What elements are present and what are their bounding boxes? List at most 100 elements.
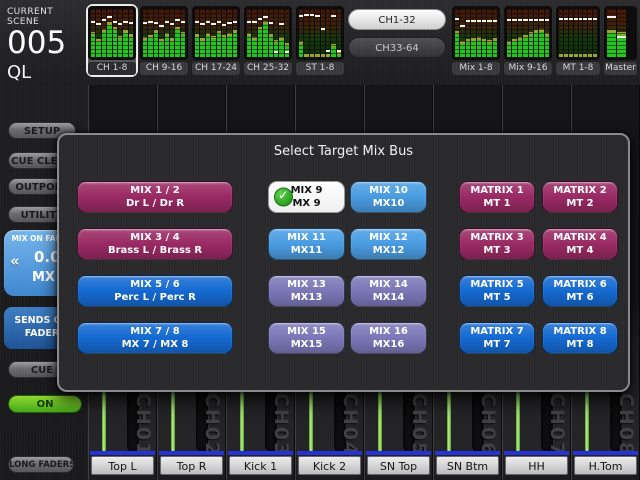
peak-hold-mark: [455, 18, 459, 20]
current-scene-label: CURRENT SCENE: [7, 7, 85, 27]
on-button[interactable]: ON: [8, 395, 82, 413]
meter-bar: [154, 9, 158, 57]
long-faders-button[interactable]: LONG FADERS: [8, 456, 74, 473]
channel-name[interactable]: HH: [505, 456, 568, 475]
peak-hold-mark: [175, 19, 179, 21]
collapse-chevrons-icon[interactable]: «: [10, 252, 20, 270]
meter-bar: [482, 9, 486, 57]
channel-name[interactable]: SN Btm: [436, 456, 499, 475]
peak-hold-mark: [247, 21, 251, 23]
channel-name[interactable]: Top R: [160, 456, 223, 475]
peak-hold-mark: [545, 19, 549, 21]
bus-name: MIX 15: [287, 325, 326, 338]
peak-hold-mark: [143, 22, 147, 24]
meter-bar: [512, 9, 516, 57]
peak-hold-mark: [206, 21, 210, 23]
peak-hold-mark: [159, 25, 163, 27]
meter-bar: [564, 9, 568, 57]
bank-button-ch33-64[interactable]: CH33-64: [348, 37, 446, 58]
meter-tab-label: CH 1-8: [88, 62, 136, 75]
meter-tab-label: CH 25-32: [244, 62, 292, 75]
bus-label: Perc L / Perc R: [114, 291, 196, 304]
meter-tab-mix-9-16[interactable]: Mix 9-16: [502, 4, 554, 77]
bus-label: MT 5: [483, 291, 510, 304]
channel-color-bar: [366, 451, 431, 455]
channel-name[interactable]: SN Top: [367, 456, 430, 475]
bus-name: MIX 3 / 4: [130, 231, 179, 244]
meter-tab-ch-9-16[interactable]: CH 9-16: [138, 4, 190, 77]
level-meter: [140, 6, 188, 60]
bus-button-mix-7-8[interactable]: MIX 7 / 8MX 7 / MX 8: [77, 322, 233, 354]
bus-button-mix-13[interactable]: MIX 13MX13: [268, 275, 345, 307]
bus-button-mix-3-4[interactable]: MIX 3 / 4Brass L / Brass R: [77, 228, 233, 260]
meter-bar: [269, 9, 273, 57]
bus-button-mix-12[interactable]: MIX 12MX12: [350, 228, 427, 260]
bus-button-matrix-1[interactable]: MATRIX 1MT 1: [459, 181, 535, 213]
peak-hold-mark: [118, 23, 122, 25]
meter-bar: [96, 9, 100, 57]
peak-hold-mark: [222, 24, 226, 26]
meter-bar: [118, 9, 122, 57]
bus-button-matrix-5[interactable]: MATRIX 5MT 5: [459, 275, 535, 307]
peak-hold-mark: [337, 50, 341, 52]
scene-number: 005: [7, 27, 85, 60]
channel-name[interactable]: Top L: [91, 456, 154, 475]
bus-button-mix-11[interactable]: MIX 11MX11: [268, 228, 345, 260]
meter-bar: [507, 9, 511, 57]
peak-hold-mark: [539, 19, 543, 21]
bus-label: Brass L / Brass R: [108, 244, 202, 257]
peak-hold-mark: [227, 22, 231, 24]
level-meter: [88, 6, 136, 60]
meter-bar: [477, 9, 481, 57]
bus-button-mix-10[interactable]: MIX 10MX10: [350, 181, 427, 213]
meter-bar: [460, 9, 464, 57]
level-meter: [452, 6, 500, 60]
meter-bar: [518, 9, 522, 57]
channel-number: CH04: [339, 393, 361, 457]
meter-tab-st-1-8[interactable]: ST 1-8: [294, 4, 346, 77]
bus-button-matrix-3[interactable]: MATRIX 3MT 3: [459, 228, 535, 260]
bus-label: MT 1: [483, 197, 510, 210]
bus-label: MT 6: [566, 291, 593, 304]
meter-tab-label: Master: [604, 62, 637, 75]
bus-button-matrix-8[interactable]: MATRIX 8MT 8: [542, 322, 618, 354]
bus-button-matrix-7[interactable]: MATRIX 7MT 7: [459, 322, 535, 354]
peak-hold-mark: [471, 20, 475, 22]
meter-bar: [227, 9, 231, 57]
level-meter: [556, 6, 600, 60]
meter-bar: [559, 9, 563, 57]
bus-name: MIX 16: [369, 325, 408, 338]
bank-button-ch1-32[interactable]: CH1-32: [348, 9, 446, 30]
bus-button-mix-16[interactable]: MIX 16MX16: [350, 322, 427, 354]
bus-button-matrix-2[interactable]: MATRIX 2MT 2: [542, 181, 618, 213]
meter-tab-ch-25-32[interactable]: CH 25-32: [242, 4, 294, 77]
level-meter: [504, 6, 552, 60]
bus-button-mix-15[interactable]: MIX 15MX15: [268, 322, 345, 354]
bus-button-mix-1-2[interactable]: MIX 1 / 2Dr L / Dr R: [77, 181, 233, 213]
mix-bus-row: MIX 5 / 6Perc L / Perc R MIX 13MX13MIX 14…: [77, 275, 628, 307]
bus-button-mix-14[interactable]: MIX 14MX14: [350, 275, 427, 307]
peak-hold-mark: [617, 36, 626, 38]
channel-name[interactable]: H.Tom: [574, 456, 637, 475]
bus-button-mix-9[interactable]: ✓MIX 9MX 9: [268, 181, 345, 213]
meter-bar: [107, 9, 111, 57]
meter-tab-mix-1-8[interactable]: Mix 1-8: [450, 4, 502, 77]
peak-hold-mark: [507, 19, 511, 21]
bus-button-matrix-6[interactable]: MATRIX 6MT 6: [542, 275, 618, 307]
meter-tab-ch-17-24[interactable]: CH 17-24: [190, 4, 242, 77]
meter-bar: [247, 9, 251, 57]
peak-hold-mark: [258, 18, 262, 20]
meter-tab-master[interactable]: Master: [602, 4, 639, 77]
channel-name[interactable]: Kick 2: [298, 456, 361, 475]
bus-button-mix-5-6[interactable]: MIX 5 / 6Perc L / Perc R: [77, 275, 233, 307]
meter-tab-mt-1-8[interactable]: MT 1-8: [554, 4, 602, 77]
bus-button-matrix-4[interactable]: MATRIX 4MT 4: [542, 228, 618, 260]
peak-hold-mark: [252, 21, 256, 23]
meter-bar: [258, 9, 262, 57]
channel-name[interactable]: Kick 1: [229, 456, 292, 475]
channel-number: CH02: [201, 393, 223, 457]
bus-label: MT 7: [483, 338, 510, 351]
bus-label: MX12: [373, 244, 405, 257]
meter-tab-ch-1-8[interactable]: CH 1-8: [86, 4, 138, 77]
peak-hold-mark: [279, 23, 283, 25]
